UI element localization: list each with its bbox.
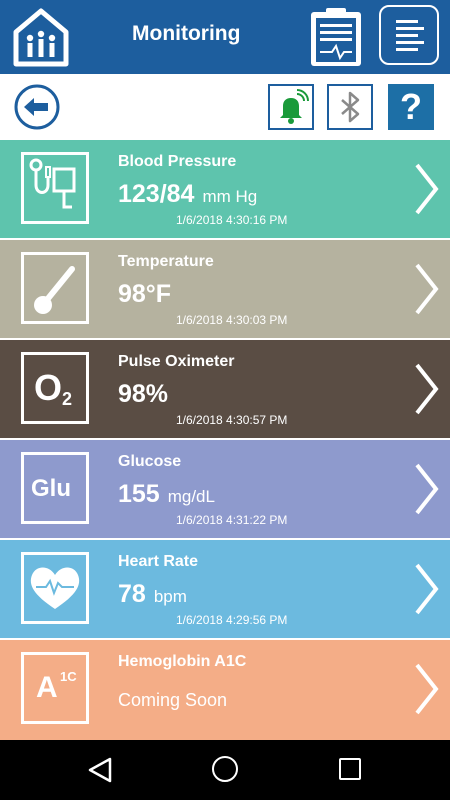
reading-timestamp: 1/6/2018 4:30:03 PM <box>176 313 288 327</box>
page-title: Monitoring <box>132 22 241 45</box>
o2-main-text: O <box>34 367 63 408</box>
a1c-main-text: A <box>36 671 58 704</box>
reading-label: Glucose <box>118 453 182 470</box>
reading-value: 155 mg/dL <box>118 480 215 508</box>
reading-row-hemoglobin-a1c[interactable]: A 1C Hemoglobin A1C Coming Soon <box>0 640 450 740</box>
chevron-right-icon[interactable] <box>412 162 440 216</box>
thermometer-icon <box>21 252 89 324</box>
heart-icon <box>21 552 89 624</box>
reading-timestamp: 1/6/2018 4:30:57 PM <box>176 413 288 427</box>
back-button[interactable] <box>14 84 60 130</box>
app-header: Monitoring <box>0 0 450 74</box>
reading-label: Pulse Oximeter <box>118 353 235 370</box>
menu-button[interactable] <box>379 5 439 65</box>
system-nav-bar <box>0 740 450 800</box>
reading-row-blood-pressure[interactable]: Blood Pressure 123/84 mm Hg 1/6/2018 4:30… <box>0 140 450 238</box>
reading-status: Coming Soon <box>118 690 228 710</box>
reading-value: 98% <box>118 380 169 408</box>
a1c-icon: A 1C <box>21 652 89 724</box>
chevron-right-icon[interactable] <box>412 262 440 316</box>
home-icon[interactable] <box>10 6 72 68</box>
nav-recents-icon[interactable] <box>339 758 361 780</box>
reading-unit: mm Hg <box>202 187 258 206</box>
reading-label: Heart Rate <box>118 553 199 570</box>
blood-pressure-cuff-icon <box>21 152 89 224</box>
reading-timestamp: 1/6/2018 4:29:56 PM <box>176 613 288 627</box>
clipboard-report-icon[interactable] <box>308 6 364 68</box>
reading-timestamp: 1/6/2018 4:30:16 PM <box>176 213 288 227</box>
alert-bell-button[interactable] <box>268 84 314 130</box>
toolbar: ? <box>0 74 450 140</box>
reading-label: Blood Pressure <box>118 153 237 170</box>
glu-text: Glu <box>31 475 71 502</box>
chevron-right-icon[interactable] <box>412 662 440 716</box>
reading-timestamp: 1/6/2018 4:31:22 PM <box>176 513 288 527</box>
chevron-right-icon[interactable] <box>412 362 440 416</box>
nav-back-icon[interactable] <box>86 756 114 784</box>
reading-row-heart-rate[interactable]: Heart Rate 78 bpm 1/6/2018 4:29:56 PM <box>0 540 450 638</box>
reading-row-temperature[interactable]: Temperature 98°F 1/6/2018 4:30:03 PM <box>0 240 450 338</box>
reading-label: Temperature <box>118 253 214 270</box>
o2-sub-text: 2 <box>62 389 73 409</box>
oxygen-icon: O 2 <box>21 352 89 424</box>
nav-home-icon[interactable] <box>212 756 238 782</box>
reading-value: 98°F <box>118 280 172 308</box>
reading-row-pulse-oximeter[interactable]: O 2 Pulse Oximeter 98% 1/6/2018 4:30:57 … <box>0 340 450 438</box>
chevron-right-icon[interactable] <box>412 462 440 516</box>
a1c-sup-text: 1C <box>60 669 77 684</box>
help-button[interactable]: ? <box>388 84 434 130</box>
reading-label: Hemoglobin A1C <box>118 653 247 670</box>
bluetooth-icon <box>341 91 360 123</box>
reading-unit: bpm <box>153 587 187 606</box>
bell-icon <box>280 89 309 124</box>
reading-value: 78 bpm <box>118 580 187 608</box>
chevron-right-icon[interactable] <box>412 562 440 616</box>
reading-row-glucose[interactable]: Glu Glucose 155 mg/dL 1/6/2018 4:31:22 PM <box>0 440 450 538</box>
reading-unit: mg/dL <box>167 487 215 506</box>
bluetooth-button[interactable] <box>327 84 373 130</box>
reading-value: 123/84 mm Hg <box>118 180 258 208</box>
glucose-icon: Glu <box>21 452 89 524</box>
list-menu-icon <box>396 20 424 51</box>
